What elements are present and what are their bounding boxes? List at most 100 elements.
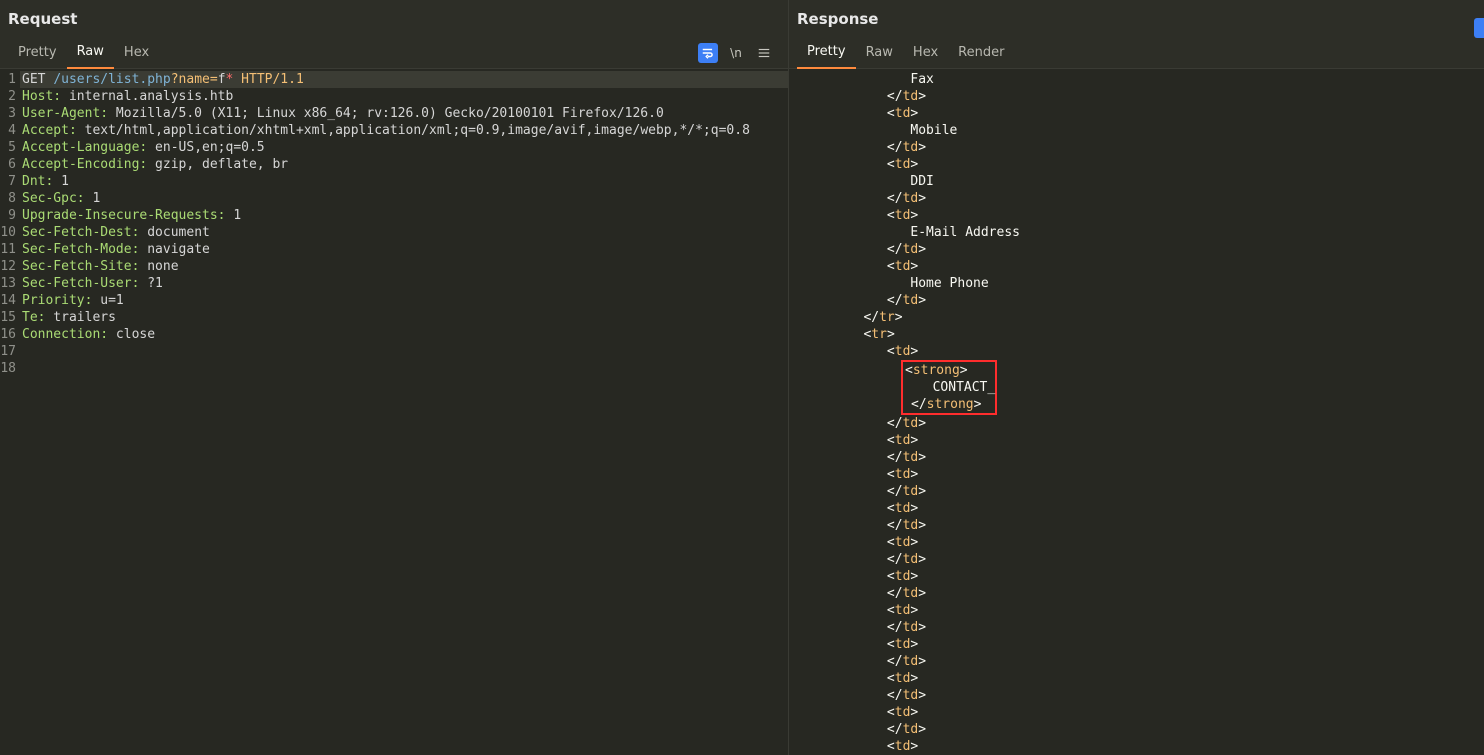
tab-response-pretty[interactable]: Pretty	[797, 38, 856, 69]
code-line: 11Sec-Fetch-Mode: navigate	[0, 241, 788, 258]
response-line: </td>	[789, 517, 1484, 534]
code-content: <td>	[789, 207, 1484, 224]
code-content: </td>	[789, 721, 1484, 738]
line-number: 11	[0, 241, 20, 258]
line-number: 4	[0, 122, 20, 139]
response-line: <td>	[789, 258, 1484, 275]
response-line: DDI	[789, 173, 1484, 190]
line-number: 18	[0, 360, 20, 377]
code-line: 7Dnt: 1	[0, 173, 788, 190]
code-content: Sec-Gpc: 1	[20, 190, 788, 207]
menu-icon[interactable]	[754, 43, 774, 63]
code-content: Upgrade-Insecure-Requests: 1	[20, 207, 788, 224]
code-line: 8Sec-Gpc: 1	[0, 190, 788, 207]
response-line: <td>	[789, 602, 1484, 619]
tab-request-raw[interactable]: Raw	[67, 38, 114, 69]
line-number: 15	[0, 309, 20, 326]
code-line: 4Accept: text/html,application/xhtml+xml…	[0, 122, 788, 139]
code-content	[20, 360, 788, 377]
code-line: 6Accept-Encoding: gzip, deflate, br	[0, 156, 788, 173]
response-line: </td>	[789, 292, 1484, 309]
code-line: 17	[0, 343, 788, 360]
code-content: Home Phone	[789, 275, 1484, 292]
response-line: <td>	[789, 670, 1484, 687]
code-content: </td>	[789, 292, 1484, 309]
response-header: Response	[789, 0, 1484, 34]
response-panel: Response Pretty Raw Hex Render Fax </td>…	[789, 0, 1484, 755]
response-line: </td>	[789, 619, 1484, 636]
tab-request-pretty[interactable]: Pretty	[8, 39, 67, 68]
code-content: </td>	[789, 190, 1484, 207]
tab-response-render[interactable]: Render	[948, 39, 1014, 68]
response-line: </td>	[789, 721, 1484, 738]
code-content: <tr>	[789, 326, 1484, 343]
response-tabbar: Pretty Raw Hex Render	[789, 34, 1484, 69]
response-line: </tr>	[789, 309, 1484, 326]
response-editor[interactable]: Fax </td> <td> Mobile </td> <td> DDI </t…	[789, 69, 1484, 755]
code-content: Sec-Fetch-Site: none	[20, 258, 788, 275]
line-number: 7	[0, 173, 20, 190]
code-content: <td>	[789, 568, 1484, 585]
code-content: Accept-Encoding: gzip, deflate, br	[20, 156, 788, 173]
response-title: Response	[797, 10, 1476, 28]
response-line: <td>	[789, 534, 1484, 551]
code-line: 15Te: trailers	[0, 309, 788, 326]
tab-request-hex[interactable]: Hex	[114, 39, 159, 68]
code-content: </td>	[789, 517, 1484, 534]
code-content: </tr>	[789, 309, 1484, 326]
highlight-box: <strong>CONTACT_</strong>	[901, 360, 997, 415]
tab-response-hex[interactable]: Hex	[903, 39, 948, 68]
response-line: </td>	[789, 449, 1484, 466]
code-content: Fax	[789, 71, 1484, 88]
code-line: 3User-Agent: Mozilla/5.0 (X11; Linux x86…	[0, 105, 788, 122]
response-line: </td>	[789, 241, 1484, 258]
line-number: 13	[0, 275, 20, 292]
code-content: <td>	[789, 500, 1484, 517]
response-line: <td>	[789, 105, 1484, 122]
corner-badge-icon[interactable]	[1474, 18, 1484, 38]
code-content: </td>	[789, 687, 1484, 704]
code-content: <td>	[789, 670, 1484, 687]
code-content: Priority: u=1	[20, 292, 788, 309]
code-content: <td>	[789, 534, 1484, 551]
code-content: E-Mail Address	[789, 224, 1484, 241]
tab-response-raw[interactable]: Raw	[856, 39, 903, 68]
response-line: Fax	[789, 71, 1484, 88]
line-number: 2	[0, 88, 20, 105]
code-line: 5Accept-Language: en-US,en;q=0.5	[0, 139, 788, 156]
code-content: <td>	[789, 258, 1484, 275]
code-line: 13Sec-Fetch-User: ?1	[0, 275, 788, 292]
code-content: <td>	[789, 343, 1484, 360]
code-content: Accept: text/html,application/xhtml+xml,…	[20, 122, 788, 139]
newline-icon[interactable]: \n	[726, 43, 746, 63]
request-editor[interactable]: 1GET /users/list.php?name=f* HTTP/1.12Ho…	[0, 69, 788, 755]
code-content: </td>	[789, 551, 1484, 568]
response-line: </td>	[789, 653, 1484, 670]
code-content: DDI	[789, 173, 1484, 190]
code-content: <td>	[789, 105, 1484, 122]
code-content: <td>	[789, 738, 1484, 755]
wrap-icon[interactable]	[698, 43, 718, 63]
response-line: <td>	[789, 207, 1484, 224]
code-content	[20, 343, 788, 360]
code-content: <td>	[789, 602, 1484, 619]
response-line: </td>	[789, 88, 1484, 105]
line-number: 16	[0, 326, 20, 343]
response-line: </td>	[789, 139, 1484, 156]
code-content: <td>	[789, 432, 1484, 449]
code-line: 10Sec-Fetch-Dest: document	[0, 224, 788, 241]
line-number: 1	[0, 71, 20, 88]
code-line: 9Upgrade-Insecure-Requests: 1	[0, 207, 788, 224]
response-line: E-Mail Address	[789, 224, 1484, 241]
code-content: </td>	[789, 449, 1484, 466]
line-number: 6	[0, 156, 20, 173]
code-content: Dnt: 1	[20, 173, 788, 190]
code-content: Connection: close	[20, 326, 788, 343]
code-content: <td>	[789, 636, 1484, 653]
response-line: <td>	[789, 156, 1484, 173]
response-line: </td>	[789, 483, 1484, 500]
code-content: </td>	[789, 585, 1484, 602]
response-line: <tr>	[789, 326, 1484, 343]
code-content: Host: internal.analysis.htb	[20, 88, 788, 105]
response-line: <td>	[789, 568, 1484, 585]
